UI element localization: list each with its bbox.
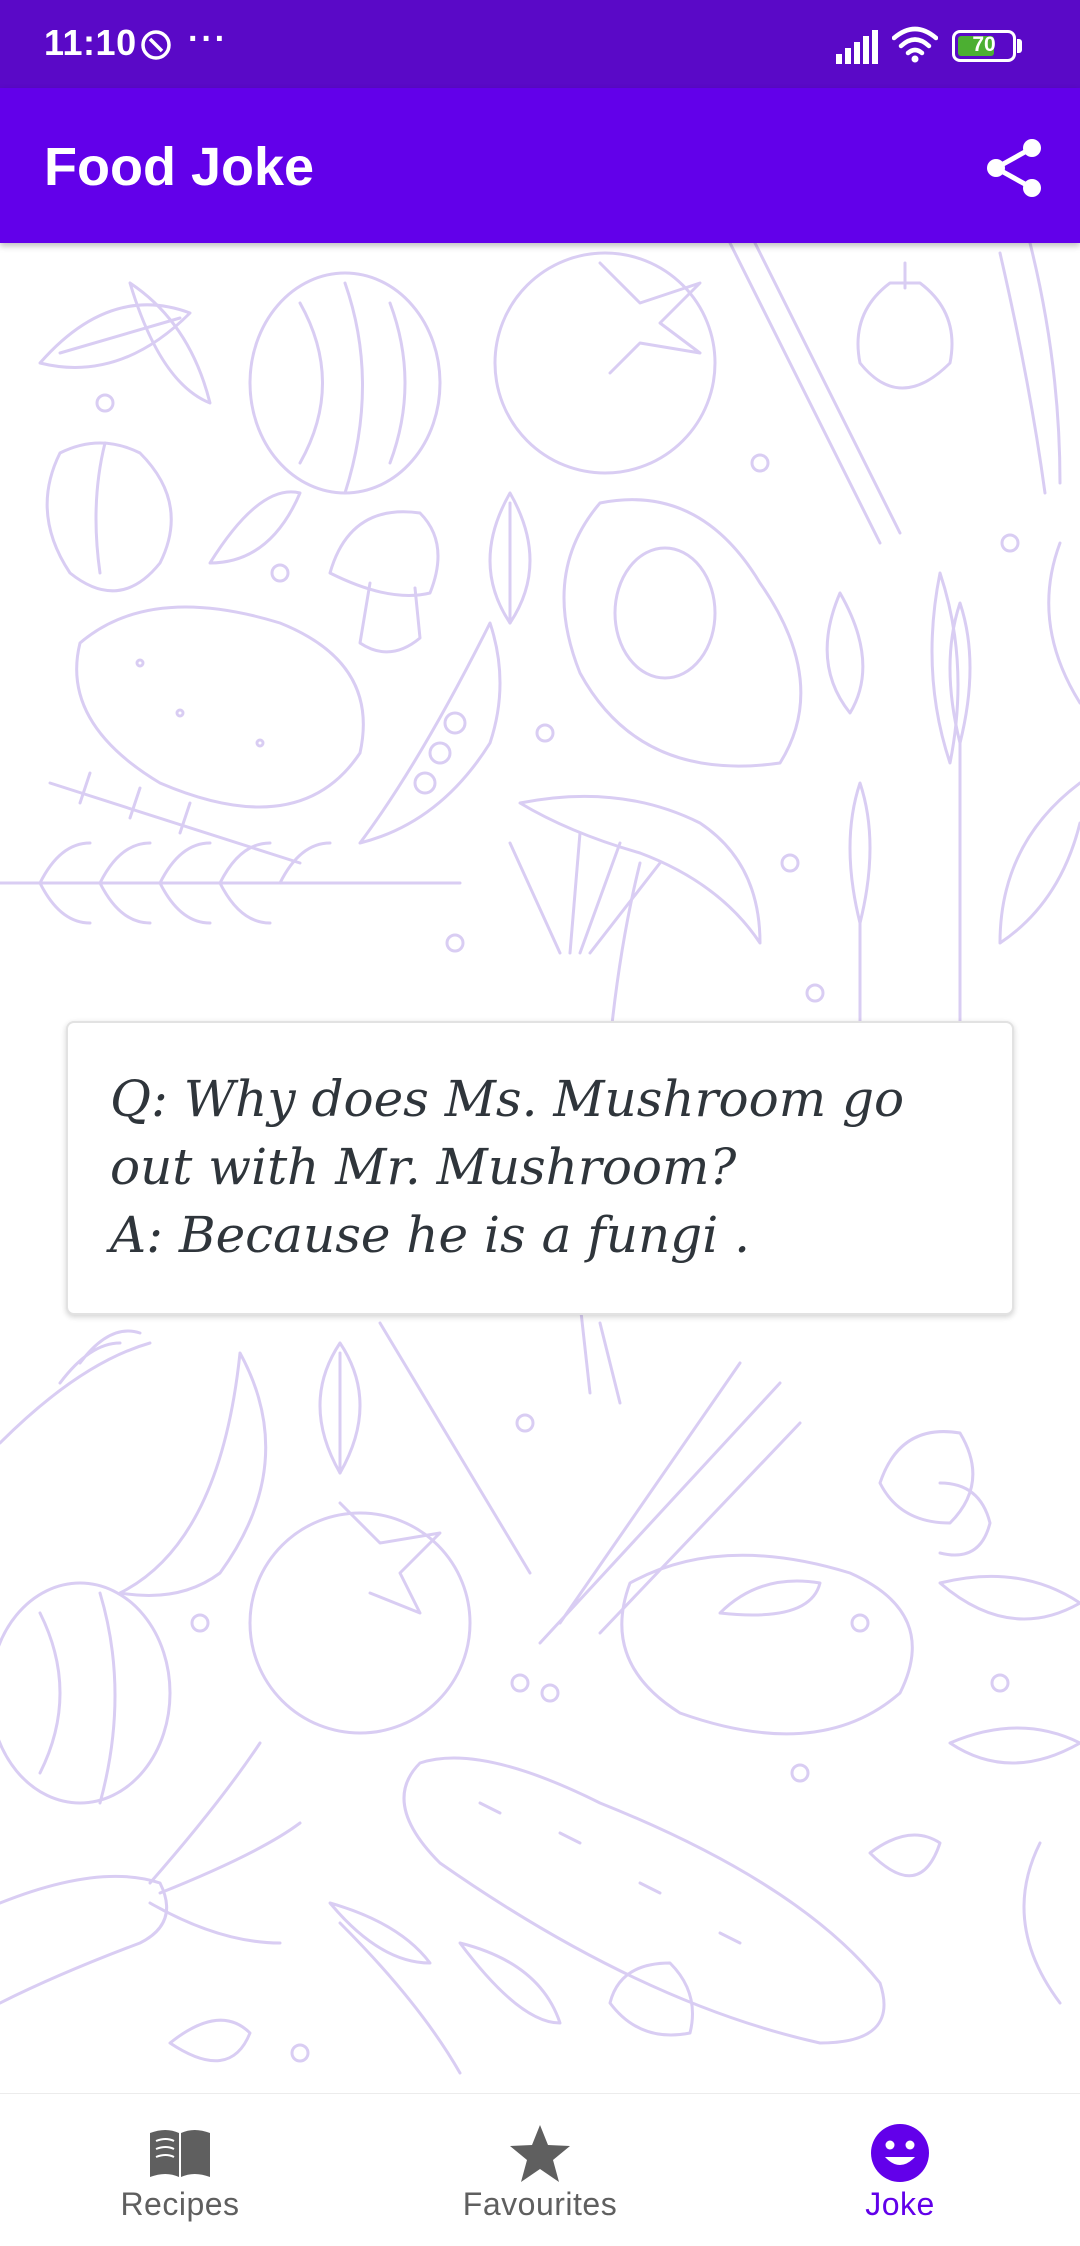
- joke-text: Q: Why does Ms. Mushroom go out with Mr.…: [110, 1070, 905, 1264]
- star-icon: [510, 2125, 570, 2182]
- bottom-navigation: Recipes Favourites Joke: [0, 2093, 1080, 2246]
- battery-level: 70: [972, 33, 996, 56]
- book-icon: [150, 2130, 210, 2177]
- app-screen: 11:10 ··· 70 Food Joke Q: Why does Ms. M…: [0, 0, 1080, 2246]
- joke-card: Q: Why does Ms. Mushroom go out with Mr.…: [66, 1021, 1014, 1315]
- page-title: Food Joke: [44, 137, 315, 197]
- nav-item-joke[interactable]: Joke: [720, 2094, 1080, 2246]
- wifi-icon: [892, 26, 938, 63]
- nav-item-favourites[interactable]: Favourites: [360, 2094, 720, 2246]
- app-bar: Food Joke: [0, 88, 1080, 243]
- nav-label-recipes: Recipes: [120, 2186, 240, 2222]
- battery-cap: [1017, 39, 1022, 53]
- nav-item-recipes[interactable]: Recipes: [0, 2094, 360, 2246]
- status-time: 11:10: [44, 22, 137, 63]
- signal-icon: [836, 30, 878, 64]
- smiley-icon: [871, 2124, 929, 2182]
- do-not-disturb-icon: [141, 30, 171, 60]
- nav-label-favourites: Favourites: [462, 2186, 618, 2222]
- nav-label-joke: Joke: [865, 2186, 935, 2222]
- more-dots-icon: ···: [188, 20, 228, 58]
- status-bar: 11:10 ··· 70: [0, 0, 1080, 88]
- battery-icon: 70: [952, 30, 1016, 62]
- share-icon[interactable]: [978, 132, 1050, 204]
